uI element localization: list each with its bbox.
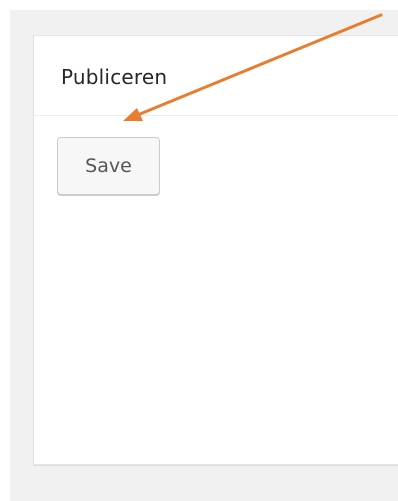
publish-panel-title: Publiceren bbox=[61, 65, 168, 89]
publish-panel-header: Publiceren bbox=[34, 36, 398, 116]
panel-bottom-gap bbox=[33, 465, 398, 501]
publish-panel: Publiceren Save bbox=[33, 35, 398, 465]
save-button[interactable]: Save bbox=[57, 137, 160, 195]
